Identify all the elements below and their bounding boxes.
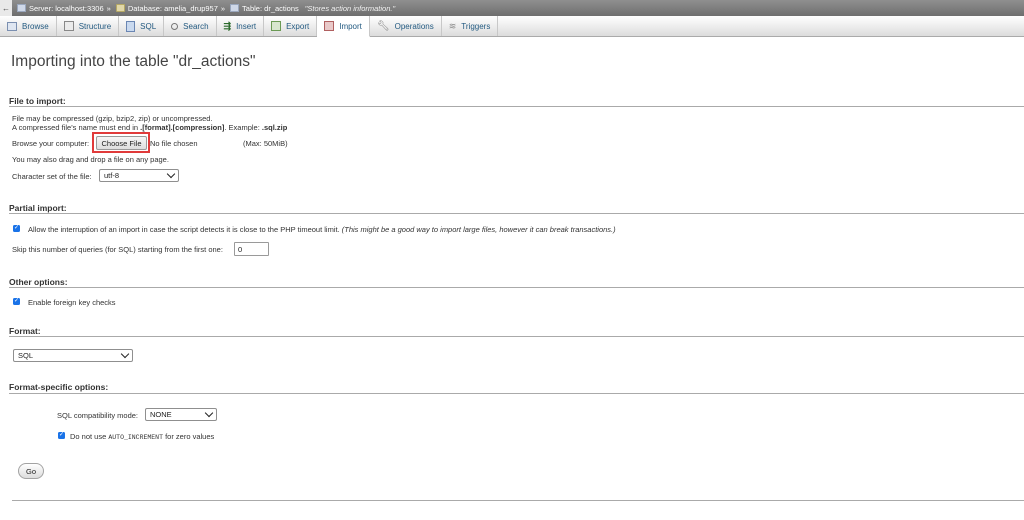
breadcrumb-server[interactable]: Server: localhost:3306 » xyxy=(17,4,111,13)
foreign-key-checkbox[interactable]: ✓ xyxy=(13,298,20,305)
breadcrumb-database[interactable]: Database: amelia_drup957 » xyxy=(115,4,225,13)
table-icon xyxy=(230,4,240,12)
import-icon xyxy=(324,21,335,31)
chevron-down-icon xyxy=(166,169,176,179)
tab-insert[interactable]: ⇶ Insert xyxy=(217,16,265,36)
tab-browse[interactable]: Browse xyxy=(0,16,57,36)
divider xyxy=(12,500,1024,501)
breadcrumb-table[interactable]: Table: dr_actions "Stores action informa… xyxy=(230,4,395,13)
structure-icon xyxy=(63,21,74,31)
tab-import[interactable]: Import xyxy=(317,16,370,37)
charset-select[interactable]: utf-8 xyxy=(99,169,179,182)
drag-drop-note: You may also drag and drop a file on any… xyxy=(12,155,169,164)
divider xyxy=(9,393,1024,394)
partial-import-legend: Partial import: xyxy=(9,203,67,213)
compat-mode-label: SQL compatibility mode: xyxy=(57,411,139,420)
auto-increment-label: Do not use AUTO_INCREMENT for zero value… xyxy=(70,432,215,441)
breadcrumb-bar: ← Server: localhost:3306 » Database: ame… xyxy=(0,0,1024,16)
max-size: (Max: 50MiB) xyxy=(243,139,288,148)
format-legend: Format: xyxy=(9,326,41,336)
database-icon xyxy=(115,4,125,12)
browse-icon xyxy=(7,21,17,31)
skip-queries-label: Skip this number of queries (for SQL) st… xyxy=(12,245,223,254)
wrench-icon: 🔧︎ xyxy=(376,20,390,32)
charset-label: Character set of the file: xyxy=(12,172,92,181)
file-import-legend: File to import: xyxy=(9,96,66,106)
compression-note: File may be compressed (gzip, bzip2, zip… xyxy=(12,114,213,123)
tab-export[interactable]: Export xyxy=(264,16,318,36)
foreign-key-label: Enable foreign key checks xyxy=(28,298,116,307)
tab-search[interactable]: Search xyxy=(164,16,217,36)
browse-label: Browse your computer: xyxy=(12,139,90,148)
tab-sql[interactable]: SQL xyxy=(119,16,165,36)
skip-queries-input[interactable]: 0 xyxy=(234,242,269,256)
tab-structure[interactable]: Structure xyxy=(57,16,120,36)
insert-icon: ⇶ xyxy=(223,20,232,31)
search-icon xyxy=(171,22,179,30)
tab-operations[interactable]: 🔧︎ Operations xyxy=(370,16,442,36)
compat-mode-select[interactable]: NONE xyxy=(145,408,217,421)
divider xyxy=(9,213,1024,214)
tab-triggers[interactable]: ≋ Triggers xyxy=(442,16,499,36)
no-file-text: No file chosen xyxy=(150,139,198,148)
export-icon xyxy=(271,21,282,31)
go-button[interactable]: Go xyxy=(18,463,44,479)
allow-interrupt-label: Allow the interruption of an import in c… xyxy=(28,225,616,234)
divider xyxy=(9,336,1024,337)
format-specific-legend: Format-specific options: xyxy=(9,382,109,392)
divider xyxy=(9,106,1024,107)
page-title: Importing into the table "dr_actions" xyxy=(11,53,256,70)
divider xyxy=(9,287,1024,288)
triggers-icon: ≋ xyxy=(448,20,457,31)
auto-increment-checkbox[interactable]: ✓ xyxy=(58,432,65,439)
server-icon xyxy=(17,4,26,12)
choose-file-button[interactable]: Choose File xyxy=(96,136,147,150)
chevron-down-icon xyxy=(120,349,130,359)
sql-icon xyxy=(126,20,136,32)
allow-interrupt-checkbox[interactable]: ✓ xyxy=(13,225,20,232)
collapse-arrow-icon[interactable]: ← xyxy=(0,0,12,16)
table-tabs: Browse Structure SQL Search ⇶ Insert Expo… xyxy=(0,16,1024,37)
other-options-legend: Other options: xyxy=(9,277,68,287)
chevron-down-icon xyxy=(204,408,214,418)
format-select[interactable]: SQL xyxy=(13,349,133,362)
filename-note: A compressed file's name must end in .[f… xyxy=(12,123,288,132)
table-comment: "Stores action information." xyxy=(304,3,396,13)
